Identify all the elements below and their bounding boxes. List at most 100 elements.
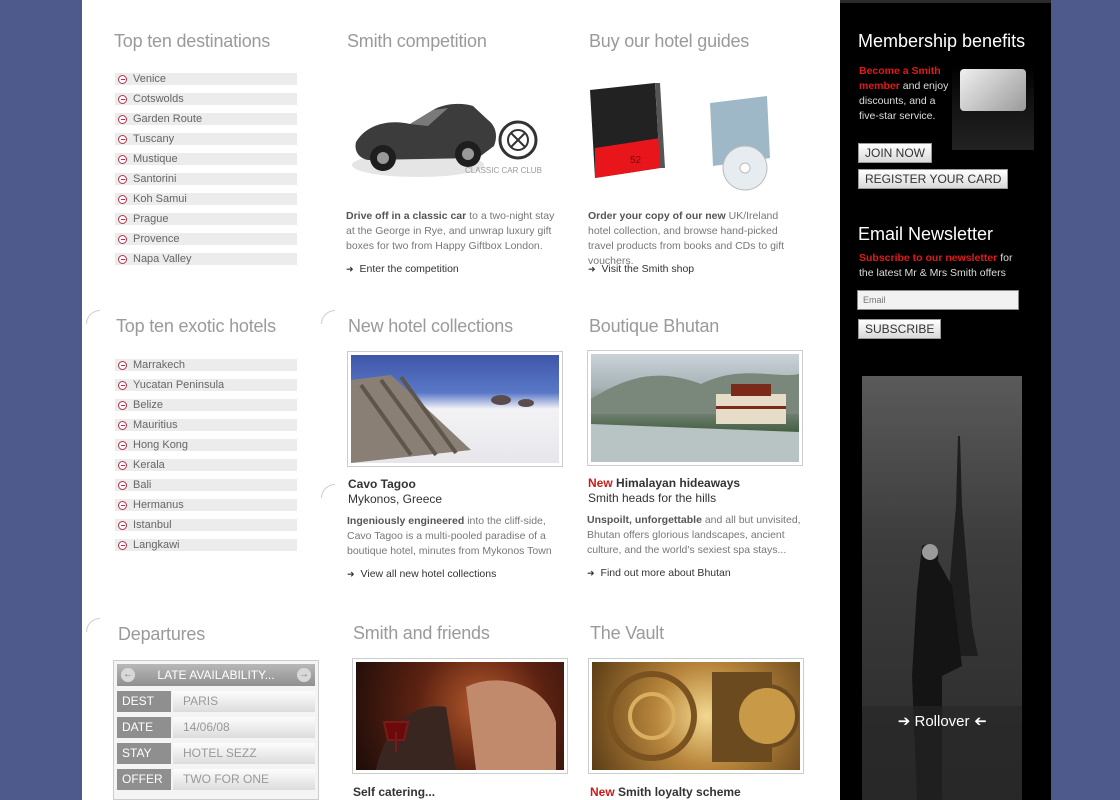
list-item[interactable]: Koh Samui xyxy=(115,193,297,205)
departures-heading: Departures xyxy=(118,624,206,644)
list-item-label: Koh Samui xyxy=(133,193,187,205)
membership-card-image xyxy=(952,66,1034,150)
row-value: TWO FOR ONE xyxy=(173,769,315,790)
friends-heading: Smith and friends xyxy=(353,623,490,643)
late-availability-widget: ← LATE AVAILABILITY... → DEST PARIS DATE… xyxy=(113,660,319,800)
widget-row-stay[interactable]: STAY HOTEL SEZZ xyxy=(117,743,315,764)
list-item[interactable]: Provence xyxy=(115,233,297,245)
list-item-label: Kerala xyxy=(133,459,165,471)
bullet-icon xyxy=(118,400,127,410)
enter-competition-link[interactable]: ➜ Enter the competition xyxy=(346,263,459,275)
list-item-label: Venice xyxy=(133,73,167,85)
list-item-label: Belize xyxy=(133,399,163,411)
list-item-label: Mustique xyxy=(133,153,178,165)
bullet-icon xyxy=(118,254,127,264)
vault-caption: New Smith loyalty scheme xyxy=(590,785,741,799)
bullet-icon xyxy=(118,154,127,164)
bhutan-heading: Boutique Bhutan xyxy=(589,316,720,336)
widget-row-offer[interactable]: OFFER TWO FOR ONE xyxy=(117,769,315,790)
arrow-right-icon: ➜ xyxy=(347,569,355,579)
list-item-label: Yucatan Peninsula xyxy=(133,379,225,391)
car-club-caption: CLASSIC CAR CLUB xyxy=(465,166,542,175)
arrow-left-icon: ➔ xyxy=(973,713,987,730)
list-item-label: Marrakech xyxy=(133,359,185,371)
list-item[interactable]: Mustique xyxy=(115,153,297,165)
bhutan-link[interactable]: ➜ Find out more about Bhutan xyxy=(587,567,731,579)
membership-heading: Membership benefits xyxy=(858,31,1026,51)
list-item[interactable]: Marrakech xyxy=(115,359,297,371)
previous-arrow-icon[interactable]: ← xyxy=(121,668,135,682)
bhutan-image[interactable] xyxy=(587,350,803,466)
classic-car-image[interactable]: CLASSIC CAR CLUB xyxy=(348,80,553,190)
list-item-label: Hermanus xyxy=(133,499,184,511)
bullet-icon xyxy=(118,214,127,224)
list-item[interactable]: Istanbul xyxy=(115,519,297,531)
bullet-icon xyxy=(118,420,127,430)
exotic-hotels-list: Marrakech Yucatan Peninsula Belize Mauritiu… xyxy=(115,359,297,559)
cavo-tagoo-image[interactable] xyxy=(347,351,563,467)
row-label: DEST xyxy=(117,691,171,712)
list-item[interactable]: Tuscany xyxy=(115,133,297,145)
list-item[interactable]: Belize xyxy=(115,399,297,411)
arrow-right-icon: ➔ xyxy=(897,713,911,730)
list-item-label: Tuscany xyxy=(133,133,175,145)
list-item[interactable]: Yucatan Peninsula xyxy=(115,379,297,391)
collection-hotel-location: Mykonos, Greece xyxy=(348,492,443,506)
widget-row-dest[interactable]: DEST PARIS xyxy=(117,691,315,712)
visit-shop-link[interactable]: ➜ Visit the Smith shop xyxy=(588,263,694,275)
bhutan-caption-sub: Smith heads for the hills xyxy=(588,491,717,505)
exotic-hotels-heading: Top ten exotic hotels xyxy=(116,316,276,336)
list-item-label: Istanbul xyxy=(133,519,172,531)
row-value: HOTEL SEZZ xyxy=(173,743,315,764)
card-icon xyxy=(960,69,1026,111)
list-item[interactable]: Hermanus xyxy=(115,499,297,511)
collections-heading: New hotel collections xyxy=(348,316,513,336)
collection-hotel-name: Cavo Tagoo xyxy=(348,477,416,491)
bullet-icon xyxy=(118,114,127,124)
bullet-icon xyxy=(118,94,127,104)
register-card-button[interactable]: REGISTER YOUR CARD xyxy=(858,169,1009,189)
guides-text: Order your copy of our new UK/Ireland ho… xyxy=(588,210,785,267)
book-number: 52 xyxy=(630,155,642,166)
bullet-icon xyxy=(118,460,127,470)
list-item[interactable]: Kerala xyxy=(115,459,297,471)
join-now-button[interactable]: JOIN NOW xyxy=(858,143,932,163)
list-item[interactable]: Venice xyxy=(115,73,297,85)
list-item[interactable]: Prague xyxy=(115,213,297,225)
list-item-label: Garden Route xyxy=(133,113,203,125)
bullet-icon xyxy=(118,480,127,490)
rollover-label: ➔ Rollover ➔ xyxy=(897,713,987,730)
list-item[interactable]: Napa Valley xyxy=(115,253,297,265)
vault-image[interactable] xyxy=(588,658,804,774)
list-item[interactable]: Santorini xyxy=(115,173,297,185)
list-item-label: Cotswolds xyxy=(133,93,184,105)
destinations-heading: Top ten destinations xyxy=(114,31,271,51)
bullet-icon xyxy=(118,134,127,144)
rollover-promo-image[interactable]: ➔ Rollover ➔ xyxy=(862,376,1022,800)
hotel-guides-image[interactable]: 52 xyxy=(585,78,780,196)
list-item-label: Santorini xyxy=(133,173,177,185)
list-item[interactable]: Garden Route xyxy=(115,113,297,125)
bullet-icon xyxy=(118,234,127,244)
subscribe-button[interactable]: SUBSCRIBE xyxy=(858,319,942,339)
list-item[interactable]: Cotswolds xyxy=(115,93,297,105)
newsletter-heading: Email Newsletter xyxy=(858,224,994,244)
row-value: 14/06/08 xyxy=(173,717,315,738)
widget-row-date[interactable]: DATE 14/06/08 xyxy=(117,717,315,738)
list-item-label: Provence xyxy=(133,233,180,245)
bullet-icon xyxy=(118,520,127,530)
newsletter-text: Subscribe to our newsletter for the late… xyxy=(859,252,1013,279)
list-item[interactable]: Langkawi xyxy=(115,539,297,551)
list-item-label: Langkawi xyxy=(133,539,180,551)
next-arrow-icon[interactable]: → xyxy=(296,668,311,682)
view-collections-link[interactable]: ➜ View all new hotel collections xyxy=(347,568,496,580)
smith-friends-image[interactable] xyxy=(352,658,568,774)
email-input[interactable] xyxy=(857,290,1019,310)
bullet-icon xyxy=(118,500,127,510)
bullet-icon xyxy=(118,440,127,450)
list-item[interactable]: Bali xyxy=(115,479,297,491)
list-item[interactable]: Mauritius xyxy=(115,419,297,431)
list-item[interactable]: Hong Kong xyxy=(115,439,297,451)
membership-text: Become a Smith member and enjoy discount… xyxy=(859,65,949,122)
bhutan-caption-title: New Himalayan hideaways xyxy=(588,476,741,490)
